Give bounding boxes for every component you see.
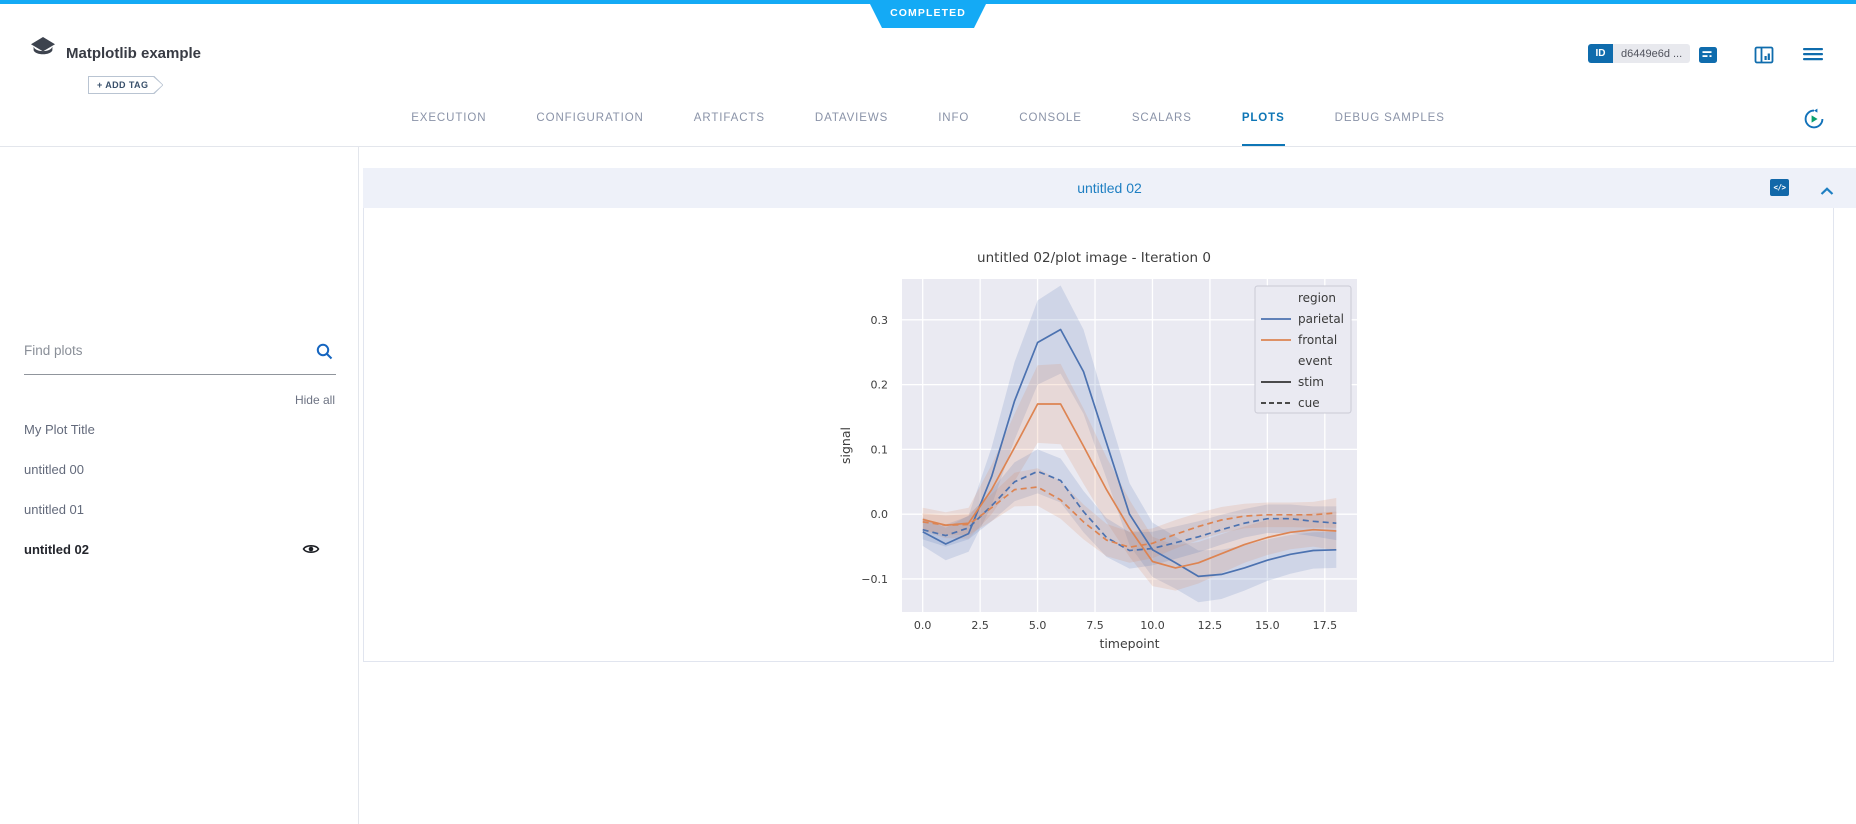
status-badge: COMPLETED: [868, 0, 988, 28]
collapse-chevron-icon[interactable]: [1820, 183, 1834, 192]
comments-icon[interactable]: [1698, 45, 1718, 65]
search-input[interactable]: [24, 337, 304, 364]
plots-sidebar: Hide all My Plot Title untitled 00 untitle…: [0, 147, 359, 824]
tab-dataviews[interactable]: DATAVIEWS: [815, 110, 888, 146]
plot-section-header: untitled 02 </>: [363, 168, 1856, 208]
tab-artifacts[interactable]: ARTIFACTS: [694, 110, 765, 146]
svg-text:timepoint: timepoint: [1099, 636, 1159, 651]
tab-scalars[interactable]: SCALARS: [1132, 110, 1192, 146]
hide-all-link[interactable]: Hide all: [295, 393, 335, 407]
svg-text:0.1: 0.1: [871, 443, 889, 456]
svg-text:0.0: 0.0: [871, 508, 889, 521]
tab-configuration[interactable]: CONFIGURATION: [536, 110, 643, 146]
id-badge: ID: [1588, 44, 1613, 63]
tab-info[interactable]: INFO: [938, 110, 969, 146]
svg-text:−0.1: −0.1: [861, 573, 888, 586]
tab-execution[interactable]: EXECUTION: [411, 110, 486, 146]
svg-text:untitled 02/plot image - Itera: untitled 02/plot image - Iteration 0: [977, 250, 1211, 266]
add-tag-button[interactable]: + ADD TAG: [88, 76, 163, 94]
svg-text:event: event: [1298, 354, 1332, 368]
plot-section-title[interactable]: untitled 02: [1077, 180, 1142, 196]
plot-item-label: untitled 01: [24, 502, 84, 517]
tab-debug-samples[interactable]: DEBUG SAMPLES: [1335, 110, 1445, 146]
add-tag-label: + ADD TAG: [89, 77, 162, 93]
tab-plots[interactable]: PLOTS: [1242, 110, 1285, 146]
plot-list-item-my-plot-title[interactable]: My Plot Title: [24, 409, 336, 449]
embed-code-icon[interactable]: </>: [1770, 179, 1789, 196]
menu-icon[interactable]: [1802, 45, 1824, 65]
svg-text:cue: cue: [1298, 396, 1320, 410]
plot-list: My Plot Title untitled 00 untitled 01 untit…: [24, 409, 336, 569]
experiment-title: Matplotlib example: [66, 45, 201, 62]
svg-text:frontal: frontal: [1298, 333, 1337, 347]
svg-text:12.5: 12.5: [1198, 619, 1223, 632]
svg-text:0.0: 0.0: [914, 619, 932, 632]
svg-text:stim: stim: [1298, 375, 1324, 389]
svg-text:0.2: 0.2: [871, 379, 889, 392]
id-value: d6449e6d ...: [1613, 44, 1690, 63]
tab-console[interactable]: CONSOLE: [1019, 110, 1082, 146]
plot-item-label: My Plot Title: [24, 422, 95, 437]
experiment-type-icon: [30, 36, 56, 62]
plot-list-item-untitled-01[interactable]: untitled 01: [24, 489, 336, 529]
svg-text:7.5: 7.5: [1086, 619, 1104, 632]
plot-list-item-untitled-00[interactable]: untitled 00: [24, 449, 336, 489]
svg-text:5.0: 5.0: [1029, 619, 1047, 632]
eye-icon[interactable]: [302, 540, 320, 558]
svg-text:2.5: 2.5: [971, 619, 989, 632]
status-badge-label: COMPLETED: [890, 7, 966, 19]
plot-figure: region parietal frontal event stim cue untitle…: [830, 245, 1410, 655]
search-icon[interactable]: [315, 342, 334, 361]
plot-item-label: untitled 02: [24, 542, 89, 557]
experiment-id[interactable]: ID d6449e6d ...: [1588, 44, 1690, 63]
plot-card: region parietal frontal event stim cue untitle…: [363, 208, 1834, 662]
svg-text:0.3: 0.3: [871, 314, 889, 327]
plot-list-item-untitled-02[interactable]: untitled 02: [24, 529, 336, 569]
svg-text:region: region: [1298, 291, 1336, 305]
svg-text:parietal: parietal: [1298, 312, 1344, 326]
svg-text:signal: signal: [838, 427, 853, 464]
svg-text:17.5: 17.5: [1313, 619, 1338, 632]
tab-bar: EXECUTION CONFIGURATION ARTIFACTS DATAVIEWS…: [0, 110, 1856, 146]
plot-item-label: untitled 00: [24, 462, 84, 477]
svg-text:15.0: 15.0: [1255, 619, 1280, 632]
details-panel-icon[interactable]: [1754, 45, 1774, 65]
svg-text:10.0: 10.0: [1140, 619, 1165, 632]
search-field: [24, 337, 336, 375]
